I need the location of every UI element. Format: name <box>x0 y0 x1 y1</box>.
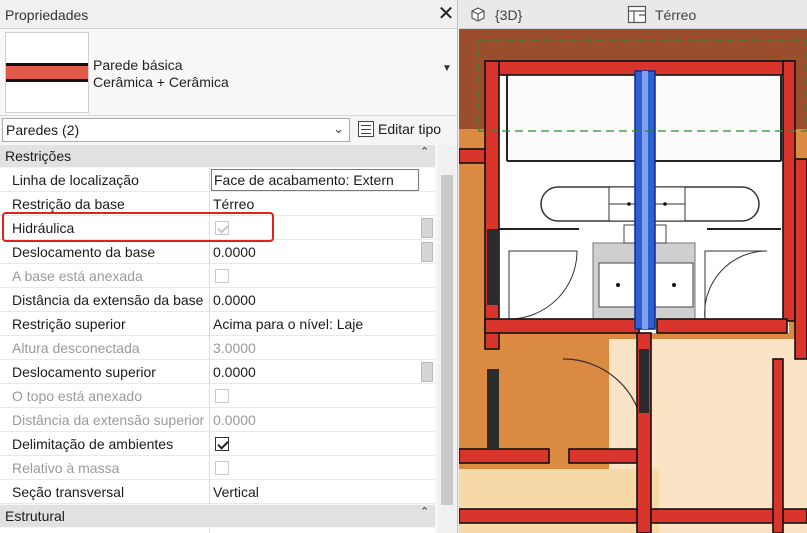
collapse-icon[interactable]: ⌃ <box>420 505 429 518</box>
chevron-down-icon: ⌄ <box>333 121 344 136</box>
tab-label: Térreo <box>655 7 697 23</box>
tab-3d[interactable]: {3D} <box>465 0 545 29</box>
property-name: A base está anexada <box>12 268 143 284</box>
property-row-top-attached: O topo está anexado <box>0 384 435 408</box>
row-button[interactable] <box>421 362 433 382</box>
property-name: Seção transversal <box>12 484 125 500</box>
group-label: Estrutural <box>5 508 65 524</box>
property-value: Térreo <box>213 196 255 212</box>
property-row-room-bounding[interactable]: Delimitação de ambientes <box>0 432 435 456</box>
group-header-constraints[interactable]: Restrições ⌃ <box>0 145 435 167</box>
property-row-unconnected-height: Altura desconectada 3.0000 <box>0 336 435 360</box>
top-attached-checkbox <box>215 389 229 403</box>
room-bounding-checkbox[interactable] <box>215 437 229 451</box>
floor-plan-canvas[interactable] <box>459 29 807 533</box>
property-value: 0.0000 <box>213 244 256 260</box>
instance-filter-value: Paredes (2) <box>6 122 80 138</box>
properties-scrollbar[interactable] <box>438 145 456 533</box>
hydraulic-highlight-box <box>2 212 274 242</box>
wall-type-preview <box>5 32 89 113</box>
properties-grid: Restrições ⌃ Linha de localização Face d… <box>0 145 438 533</box>
property-value: Acima para o nível: Laje <box>213 316 364 332</box>
property-row-top-constraint[interactable]: Restrição superior Acima para o nível: L… <box>0 312 435 336</box>
property-row-location-line[interactable]: Linha de localização Face de acabamento:… <box>0 168 435 192</box>
type-dropdown-icon[interactable]: ▼ <box>442 63 452 74</box>
group-header-structural[interactable]: Estrutural ⌃ <box>0 505 435 527</box>
property-value: Vertical <box>213 484 259 500</box>
properties-panel: Propriedades ✕ Parede básica Cerâmica + … <box>0 0 458 533</box>
property-row-base-offset[interactable]: Deslocamento da base 0.0000 <box>0 240 435 264</box>
property-name: Restrição superior <box>12 316 126 332</box>
property-name: Distância da extensão superior <box>12 412 205 428</box>
property-name: Deslocamento superior <box>12 364 156 380</box>
view-tabs: {3D} Térreo <box>459 0 807 29</box>
property-row-base-extension[interactable]: Distância da extensão da base 0.0000 <box>0 288 435 312</box>
property-row-top-extension: Distância da extensão superior 0.0000 <box>0 408 435 432</box>
type-name: Cerâmica + Cerâmica <box>93 74 229 90</box>
type-selector[interactable]: Parede básica Cerâmica + Cerâmica ▼ <box>0 29 457 116</box>
property-value: 0.0000 <box>213 364 256 380</box>
tab-floor-plan[interactable]: Térreo <box>625 0 745 29</box>
floor-plan-icon <box>627 5 647 24</box>
location-line-dropdown[interactable]: Face de acabamento: Extern <box>211 169 419 191</box>
row-button[interactable] <box>421 242 433 262</box>
property-name: Restrição da base <box>12 196 125 212</box>
panel-title: Propriedades <box>5 7 89 23</box>
close-icon[interactable]: ✕ <box>436 3 456 25</box>
property-value: 0.0000 <box>213 292 256 308</box>
scrollbar-thumb[interactable] <box>441 175 453 505</box>
property-row-related-to-mass: Relativo à massa <box>0 456 435 480</box>
type-family-name: Parede básica <box>93 57 183 73</box>
property-row-cross-section[interactable]: Seção transversal Vertical <box>0 480 435 504</box>
property-row-structural-partial <box>0 528 435 533</box>
property-row-base-attached: A base está anexada <box>0 264 435 288</box>
property-value: Face de acabamento: Extern <box>214 172 394 188</box>
cube-icon <box>471 7 485 22</box>
property-name: Linha de localização <box>12 172 139 188</box>
edit-type-icon <box>358 121 374 137</box>
property-name: Distância da extensão da base <box>12 292 204 308</box>
collapse-icon[interactable]: ⌃ <box>420 145 429 158</box>
edit-type-button[interactable]: Editar tipo <box>356 118 456 142</box>
row-button[interactable] <box>421 218 433 238</box>
property-value: 3.0000 <box>213 340 256 356</box>
view-area: {3D} Térreo <box>459 0 807 533</box>
related-to-mass-checkbox <box>215 461 229 475</box>
tab-label: {3D} <box>495 7 523 23</box>
property-name: O topo está anexado <box>12 388 142 404</box>
property-row-top-offset[interactable]: Deslocamento superior 0.0000 <box>0 360 435 384</box>
property-name: Altura desconectada <box>12 340 140 356</box>
edit-type-label: Editar tipo <box>378 121 442 137</box>
base-attached-checkbox <box>215 269 229 283</box>
property-name: Relativo à massa <box>12 460 120 476</box>
property-name: Deslocamento da base <box>12 244 156 260</box>
panel-title-bar: Propriedades ✕ <box>0 0 457 29</box>
instance-filter-dropdown[interactable]: Paredes (2) ⌄ <box>2 118 350 142</box>
floor-plan-drawing <box>459 29 807 533</box>
property-value: 0.0000 <box>213 412 256 428</box>
group-label: Restrições <box>5 148 72 164</box>
property-name: Delimitação de ambientes <box>12 436 174 452</box>
